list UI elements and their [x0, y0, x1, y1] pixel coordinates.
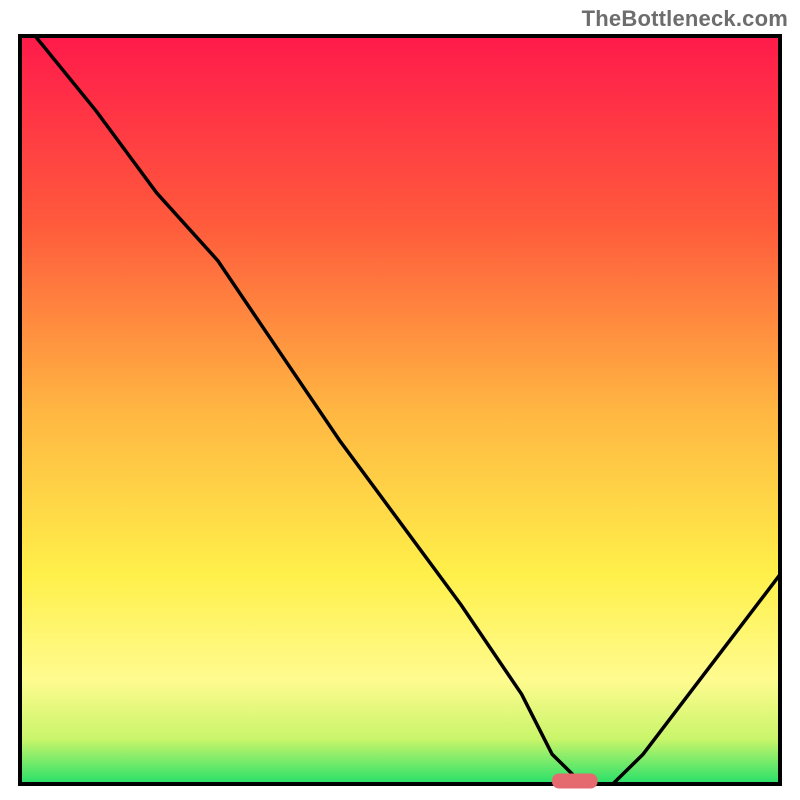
- optimal-marker: [552, 774, 598, 789]
- chart-stage: TheBottleneck.com: [0, 0, 800, 800]
- plot-area: [20, 36, 780, 784]
- bottleneck-chart: [0, 0, 800, 800]
